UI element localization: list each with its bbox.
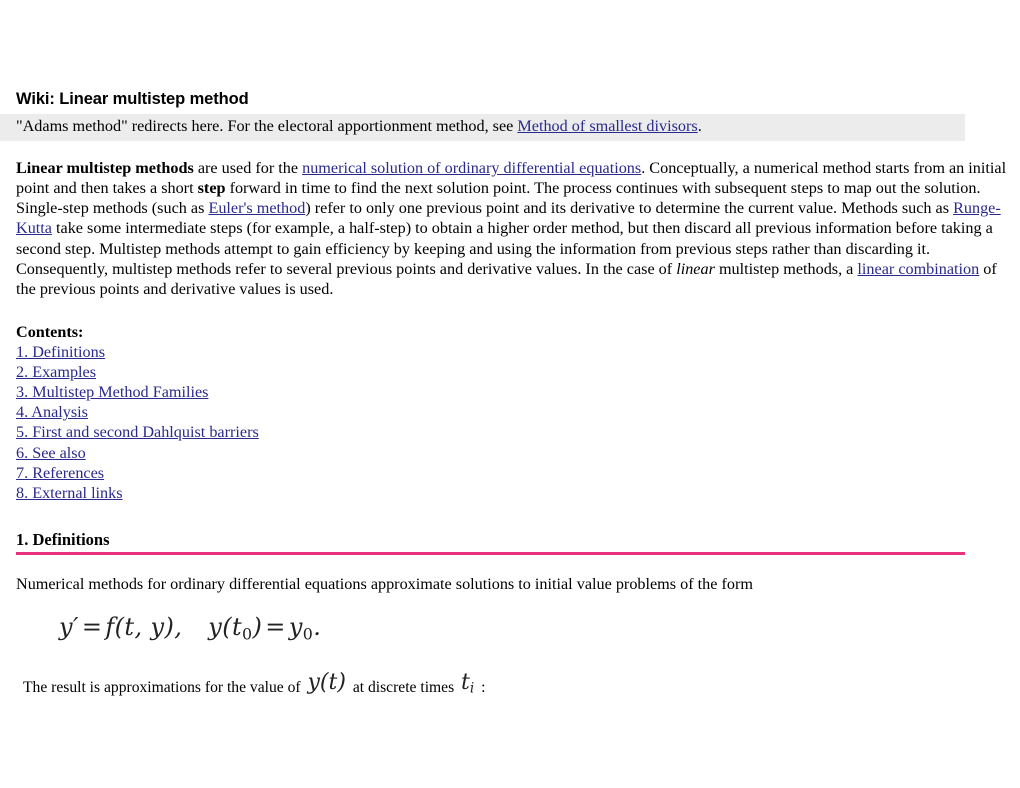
lead-bold-term: Linear multistep methods [16,158,194,177]
hatnote-text-before: "Adams method" redirects here. For the e… [16,116,518,135]
list-item[interactable]: 6. See also [16,443,1020,463]
section-heading-definitions: 1. Definitions [16,529,110,549]
result-sentence: The result is approximations for the val… [16,669,1020,698]
list-item[interactable]: 5. First and second Dahlquist barriers [16,422,1020,442]
inline-math-t-base: t [461,669,470,695]
list-item[interactable]: 2. Examples [16,362,1020,382]
eq-y-2: y [208,613,223,642]
list-item[interactable]: 1. Definitions [16,342,1020,362]
inline-math-t-subscript: i [469,679,475,696]
eq-open-paren: ( [222,613,232,642]
eq-period: . [313,613,322,642]
eq-y-3: y [288,613,303,642]
link-linear-combination[interactable]: linear combination [857,260,979,278]
result-text-before: The result is approximations for the val… [23,678,305,696]
list-item[interactable]: 8. External links [16,483,1020,503]
toc-link-external-links[interactable]: 8. External links [16,484,123,502]
inline-math-y-of-t: y(t) [307,669,346,695]
inline-math-t-i: ti [458,669,477,696]
lead-seg-1: are used for the [193,158,303,177]
toc-link-see-also[interactable]: 6. See also [16,444,86,462]
list-item[interactable]: 4. Analysis [16,402,1020,422]
eq-prime-symbol: ′ [72,613,79,642]
lead-seg-6: multistep methods, a [714,259,858,278]
toc-link-definitions[interactable]: 1. Definitions [16,343,105,361]
toc-link-analysis[interactable]: 4. Analysis [16,403,88,421]
page-title: Wiki: Linear multistep method [16,90,249,108]
eq-t-subscript: 0 [242,624,253,644]
eq-y-prime-base: y [59,613,73,642]
eq-args: (t, y), [114,613,183,642]
link-numerical-solution-of-odes[interactable]: numerical solution of ordinary different… [302,159,641,177]
page-content: Wiki: Linear multistep method "Adams met… [0,90,1020,698]
eq-y-subscript: 0 [302,624,314,644]
toc-link-multistep-method-families[interactable]: 3. Multistep Method Families [16,383,208,401]
contents-heading: Contents: [16,322,84,341]
eq-close-paren: ) [252,613,263,642]
hatnote: "Adams method" redirects here. For the e… [0,113,965,141]
eq-f: f [105,613,115,642]
list-item[interactable]: 7. References [16,463,1020,483]
contents-list: 1. Definitions 2. Examples 3. Multistep … [16,342,1020,503]
wiki-page: Wiki: Linear multistep method "Adams met… [0,90,1020,698]
eq-t: t [232,613,243,642]
eq-equals-1: = [81,613,103,642]
display-equation: y′ = f(t, y), y(t0) = y0. [16,613,1020,643]
link-eulers-method[interactable]: Euler's method [208,199,305,217]
lead-paragraph: Linear multistep methods are used for th… [16,158,1018,299]
result-text-after: : [477,678,486,696]
toc-link-examples[interactable]: 2. Examples [16,363,96,381]
result-text-middle: at discrete times [348,678,459,696]
hatnote-text-after: . [697,116,702,135]
lead-seg-4: ) refer to only one previous point and i… [305,199,954,218]
lead-italic-linear: linear [676,259,715,278]
section-divider [16,551,965,555]
hatnote-link-method-of-smallest-divisors[interactable]: Method of smallest divisors [517,117,697,135]
lead-bold-step: step [197,179,226,198]
list-item[interactable]: 3. Multistep Method Families [16,382,1020,402]
eq-equals-2: = [265,613,286,642]
section-paragraph: Numerical methods for ordinary different… [16,574,753,593]
toc-link-references[interactable]: 7. References [16,464,104,482]
toc-link-dahlquist-barriers[interactable]: 5. First and second Dahlquist barriers [16,423,259,441]
